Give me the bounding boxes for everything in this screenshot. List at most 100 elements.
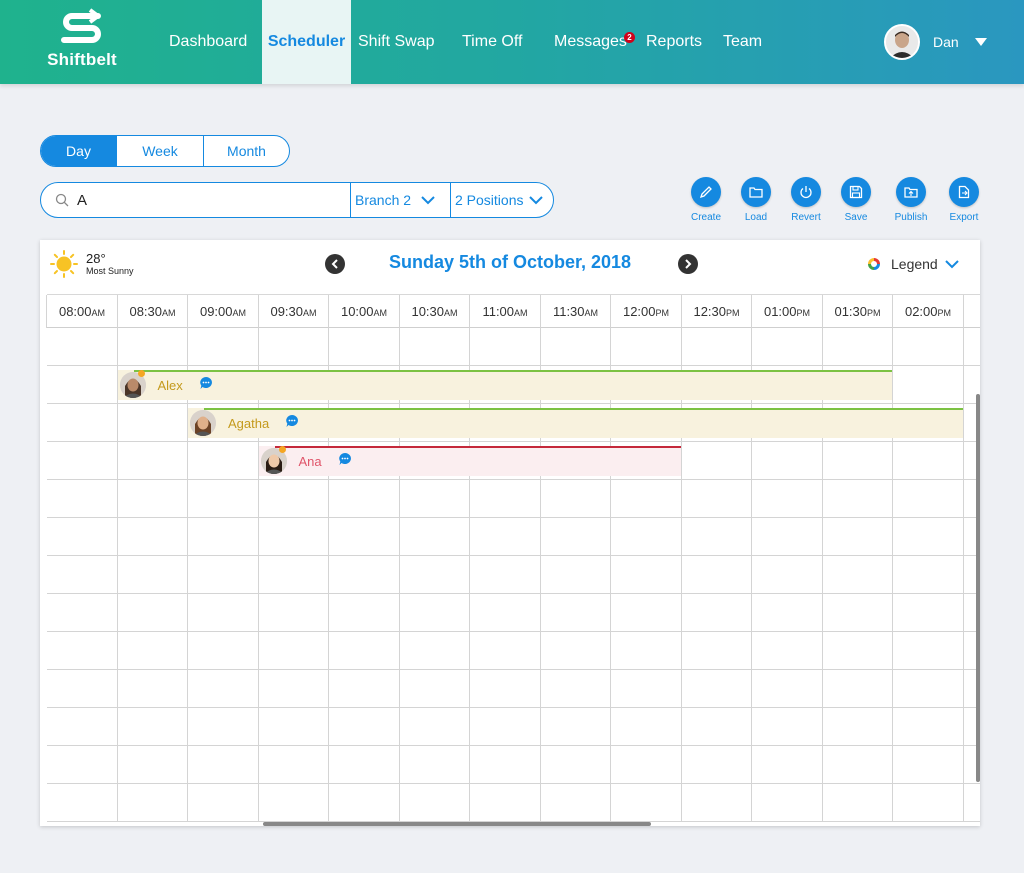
ampm-label: PM	[655, 308, 670, 318]
nav-team[interactable]: Team	[723, 0, 762, 84]
nav-shift-swap[interactable]: Shift Swap	[358, 0, 434, 84]
time-label: 02:00	[904, 304, 938, 319]
publish-label: Publish	[894, 212, 928, 223]
publish-button[interactable]: Publish	[886, 177, 936, 223]
legend-toggle[interactable]: Legend	[868, 256, 959, 272]
branch-select-value: Branch 2	[355, 192, 412, 208]
time-slot-header: 02:00PM	[892, 295, 963, 328]
create-label: Create	[690, 212, 721, 223]
nav-reports[interactable]: Reports	[646, 0, 702, 84]
shift-status-line	[204, 408, 963, 410]
caret-down-icon[interactable]	[974, 38, 987, 46]
current-date: Sunday 5th of October, 2018	[388, 252, 632, 272]
load-label: Load	[744, 212, 768, 223]
shift-bar[interactable]: Alex	[117, 370, 892, 400]
grid-row-line	[47, 707, 980, 708]
time-header: 08:00AM 08:30AM 09:00AM 09:30AM 10:00AM 10:30…	[46, 294, 981, 328]
shift-bar[interactable]: Agatha	[188, 408, 963, 438]
nav-scheduler[interactable]: Scheduler	[262, 0, 351, 84]
nav-time-off[interactable]: Time Off	[462, 0, 522, 84]
alert-dot-icon	[278, 446, 286, 453]
ampm-label: PM	[726, 308, 740, 318]
messages-badge: 2	[624, 32, 635, 43]
grid-row-line	[47, 555, 980, 556]
schedule-panel: 28° Most Sunny Sunday 5th of October, 20…	[40, 240, 980, 826]
logo-s-icon	[61, 8, 101, 43]
time-label: 09:30	[270, 304, 304, 319]
top-navbar: Shiftbelt Dashboard Scheduler Shift Swap…	[0, 0, 1024, 84]
time-label: 08:30	[129, 304, 163, 319]
time-label: 11:00	[482, 304, 515, 319]
filter-bar: Branch 2 2 Positions	[40, 182, 554, 218]
user-menu[interactable]: Dan	[884, 24, 987, 60]
export-icon	[958, 185, 970, 199]
app-logo[interactable]: Shiftbelt	[44, 8, 120, 74]
view-toggle: Day Week Month	[40, 135, 290, 167]
time-slot-header: 09:00AM	[187, 295, 258, 328]
employee-name: Ana	[298, 453, 322, 469]
horizontal-scrollbar[interactable]	[263, 822, 651, 826]
chevron-left-icon	[331, 259, 338, 269]
ampm-label: AM	[91, 308, 106, 318]
time-label: 10:30	[411, 304, 445, 319]
floppy-disk-icon	[849, 185, 863, 199]
grid-row-line	[47, 517, 980, 518]
create-button[interactable]: Create	[681, 177, 731, 223]
avatar	[190, 410, 216, 436]
folder-upload-icon	[904, 187, 918, 198]
next-day-button[interactable]	[678, 254, 698, 274]
ampm-label: PM	[796, 308, 811, 318]
load-button[interactable]: Load	[731, 177, 781, 223]
grid-row-line	[47, 441, 980, 442]
grid-row-line	[47, 783, 980, 784]
time-slot-header: 10:30AM	[398, 295, 470, 328]
chat-bubble-icon[interactable]	[183, 376, 213, 395]
chevron-down-icon	[529, 196, 544, 205]
nav-dashboard[interactable]: Dashboard	[169, 0, 247, 84]
tab-day[interactable]: Day	[41, 136, 117, 166]
schedule-grid[interactable]	[47, 328, 980, 822]
positions-select-value: 2 Positions	[455, 192, 524, 208]
save-label: Save	[844, 212, 868, 223]
chevron-down-icon	[945, 260, 959, 269]
time-label: 12:30	[693, 304, 727, 319]
grid-row-line	[47, 669, 980, 670]
ampm-label: AM	[373, 308, 388, 318]
sun-icon	[50, 250, 78, 278]
ampm-label: PM	[867, 308, 881, 318]
positions-select[interactable]: 2 Positions	[450, 183, 554, 217]
time-slot-header: 02	[962, 295, 981, 328]
save-button[interactable]: Save	[831, 177, 881, 223]
app-name: Shiftbelt	[47, 50, 117, 69]
time-slot-header: 01:00PM	[751, 295, 822, 328]
weather-widget: 28° Most Sunny	[50, 250, 134, 278]
legend-label: Legend	[891, 256, 938, 272]
time-slot-header: 08:00AM	[46, 295, 117, 328]
ampm-label: PM	[937, 308, 952, 318]
time-label: 12:00	[622, 304, 656, 319]
weather-condition: Most Sunny	[86, 266, 134, 276]
weather-temp: 28°	[86, 251, 106, 266]
time-slot-header: 10:00AM	[328, 295, 399, 328]
time-slot-header: 11:30AM	[539, 295, 611, 328]
time-slot-header: 11:00AM	[469, 295, 540, 328]
revert-button[interactable]: Revert	[781, 177, 831, 223]
grid-row-line	[47, 631, 980, 632]
chat-bubble-icon[interactable]	[322, 452, 352, 471]
search-input[interactable]	[77, 191, 337, 209]
tab-week[interactable]: Week	[117, 136, 204, 166]
shift-bar[interactable]: Ana	[258, 446, 681, 476]
time-slot-header: 12:30PM	[680, 295, 752, 328]
chat-bubble-icon[interactable]	[269, 414, 299, 433]
timeline: 08:00AM 08:30AM 09:00AM 09:30AM 10:00AM 10:30…	[46, 294, 981, 824]
branch-select[interactable]: Branch 2	[350, 183, 450, 217]
ampm-label: AM	[584, 308, 599, 318]
time-slot-header: 01:30PM	[821, 295, 893, 328]
time-label: 09:00	[199, 304, 233, 319]
shift-status-line	[133, 370, 892, 372]
shift-status-line	[274, 446, 681, 448]
vertical-scrollbar[interactable]	[976, 394, 980, 782]
nav-messages[interactable]: Messages	[554, 0, 627, 84]
export-button[interactable]: Export	[939, 177, 989, 223]
tab-month[interactable]: Month	[204, 136, 289, 166]
